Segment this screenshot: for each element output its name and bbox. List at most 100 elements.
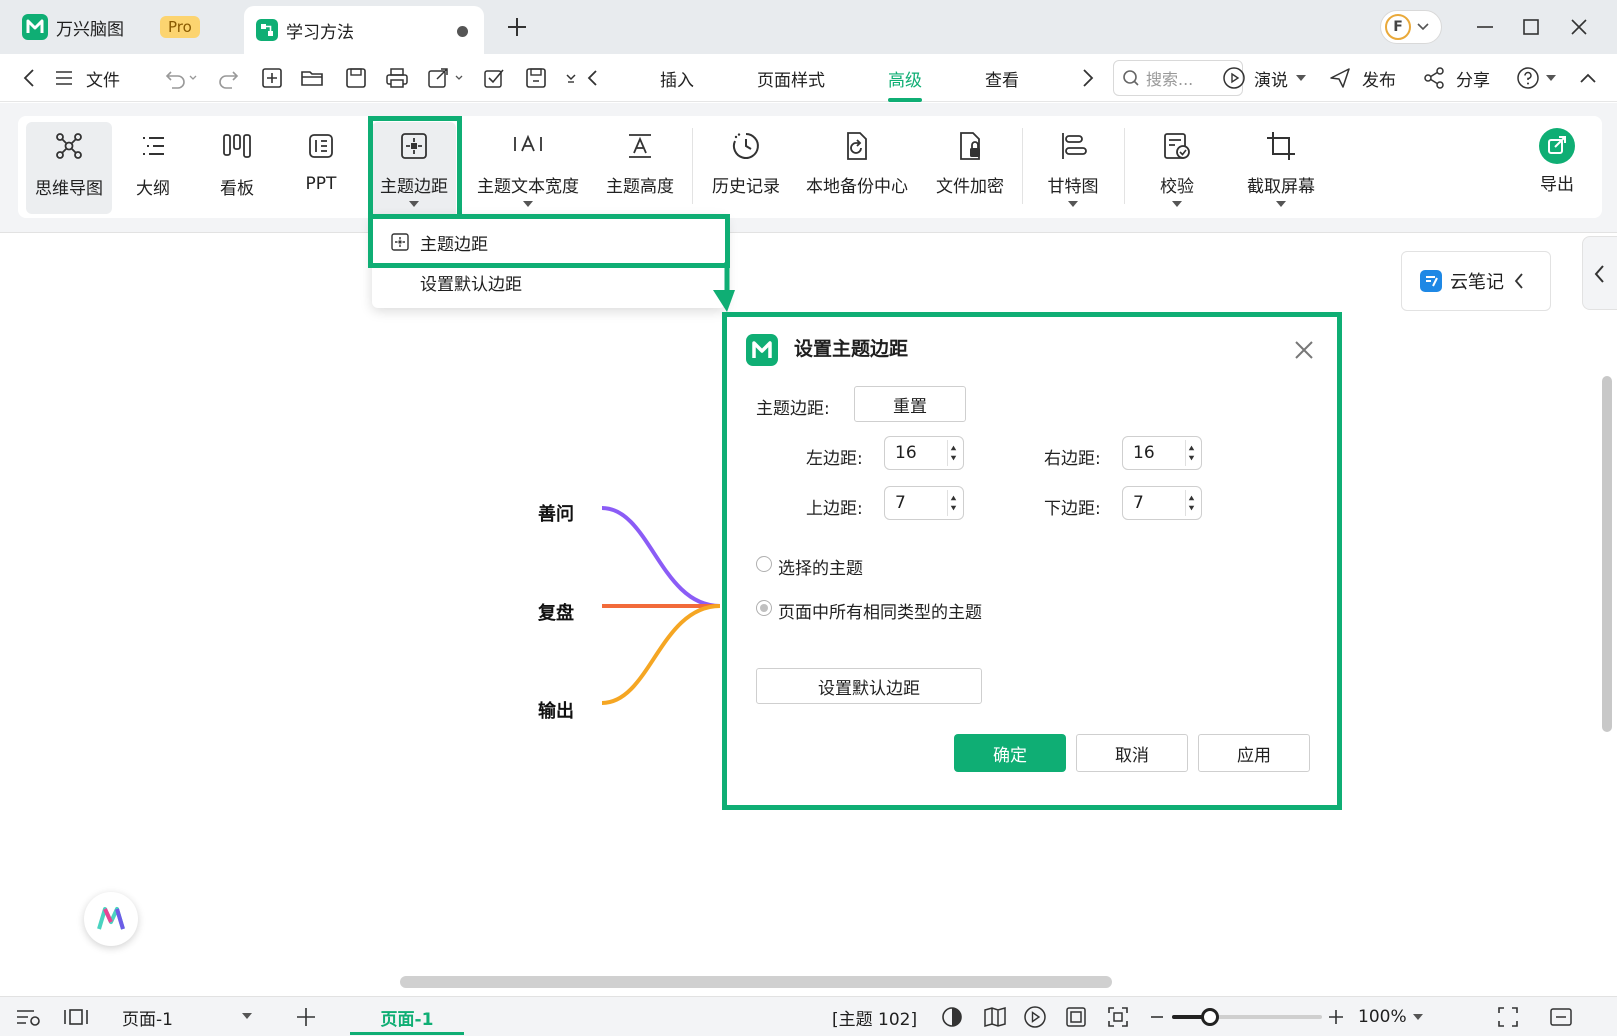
history-button[interactable]: 历史记录 <box>704 122 788 214</box>
panel-toggle-icon[interactable] <box>1548 997 1574 1036</box>
file-encrypt-button[interactable]: 文件加密 <box>926 122 1014 214</box>
export-button[interactable]: 导出 <box>1520 122 1594 214</box>
zoom-level-select[interactable]: 100% <box>1358 997 1423 1036</box>
pro-badge[interactable]: Pro <box>160 16 200 38</box>
cloud-note-label: 云笔记 <box>1450 272 1504 293</box>
caret-down-icon <box>242 1013 252 1019</box>
text-width-icon <box>512 122 544 170</box>
app-tab[interactable]: 万兴脑图 Pro <box>12 8 210 46</box>
open-folder-icon[interactable] <box>300 54 326 102</box>
new-tab-button[interactable] <box>500 12 534 42</box>
collapse-ribbon-icon[interactable] <box>1578 54 1598 102</box>
save-as-icon[interactable] <box>524 54 548 102</box>
check-box-icon[interactable] <box>482 54 506 102</box>
caret-down-icon <box>523 201 533 207</box>
page-select[interactable]: 页面-1 <box>114 997 262 1036</box>
topic-node-0[interactable]: 善问 <box>538 500 574 526</box>
user-avatar[interactable]: F <box>1380 10 1442 44</box>
add-icon[interactable] <box>260 54 284 102</box>
add-page-icon[interactable] <box>294 997 318 1036</box>
view-mindmap-label: 思维导图 <box>35 179 103 199</box>
zoom-in-icon[interactable] <box>1326 997 1346 1036</box>
backup-center-button[interactable]: 本地备份中心 <box>802 122 912 214</box>
theme-icon[interactable] <box>940 997 964 1036</box>
chevron-right-icon[interactable] <box>1080 54 1096 102</box>
kanban-icon <box>221 122 253 170</box>
gantt-button[interactable]: 甘特图 <box>1036 122 1110 214</box>
horizontal-scrollbar[interactable] <box>400 976 1112 988</box>
export-share-icon[interactable] <box>426 54 466 102</box>
topic-node-2[interactable]: 输出 <box>538 697 574 723</box>
encrypt-icon <box>955 122 985 170</box>
share-button[interactable]: 分享 <box>1422 54 1490 102</box>
vertical-scrollbar[interactable] <box>1602 376 1612 732</box>
topic-height-icon <box>625 122 655 170</box>
view-ppt-button[interactable]: PPT <box>284 122 358 214</box>
view-outline-label: 大纲 <box>136 179 170 199</box>
toolbar-separator <box>1022 128 1023 204</box>
topic-text-width-button[interactable]: 主题文本宽度 <box>472 122 584 214</box>
share-icon <box>1424 67 1444 89</box>
tab-insert[interactable]: 插入 <box>660 54 694 102</box>
file-menu[interactable]: 文件 <box>54 54 120 102</box>
present-button[interactable]: 演说 <box>1222 54 1306 102</box>
topic-text-width-label: 主题文本宽度 <box>477 177 579 197</box>
book-view-icon[interactable] <box>982 997 1008 1036</box>
side-panel-toggle[interactable] <box>1582 236 1617 310</box>
print-icon[interactable] <box>384 54 410 102</box>
view-mindmap-button[interactable]: 思维导图 <box>26 122 112 214</box>
document-tab[interactable]: 学习方法 <box>244 6 484 54</box>
dropdown-item-label: 设置默认边距 <box>420 274 522 295</box>
cloud-note-button[interactable]: 云笔记 <box>1401 251 1551 311</box>
app-name: 万兴脑图 <box>56 19 124 40</box>
ai-assistant-button[interactable] <box>84 892 138 946</box>
minimize-icon[interactable] <box>1470 12 1500 42</box>
backup-center-label: 本地备份中心 <box>806 177 908 197</box>
screenshot-button[interactable]: 截取屏幕 <box>1236 122 1326 214</box>
publish-label: 发布 <box>1362 70 1396 91</box>
chevron-down-icon <box>1417 23 1429 31</box>
view-outline-button[interactable]: 大纲 <box>116 122 190 214</box>
fit-page-icon[interactable] <box>1064 997 1088 1036</box>
close-window-icon[interactable] <box>1564 12 1594 42</box>
back-icon[interactable] <box>20 54 40 102</box>
page-list-icon[interactable] <box>62 997 90 1036</box>
caret-down-icon <box>1068 201 1078 207</box>
zoom-level: 100% <box>1358 1007 1407 1027</box>
page-tab-active[interactable]: 页面-1 <box>350 997 464 1036</box>
zoom-slider-knob[interactable] <box>1200 1008 1219 1026</box>
redo-icon[interactable] <box>218 54 242 102</box>
app-logo-icon <box>22 14 48 40</box>
zoom-slider[interactable] <box>1172 1008 1322 1026</box>
view-kanban-button[interactable]: 看板 <box>200 122 274 214</box>
chevron-left-icon <box>1594 265 1604 283</box>
topic-height-button[interactable]: 主题高度 <box>598 122 682 214</box>
tab-page-style[interactable]: 页面样式 <box>757 54 825 102</box>
tab-advanced[interactable]: 高级 <box>888 54 922 102</box>
gantt-icon <box>1057 122 1089 170</box>
outline-icon <box>138 122 168 170</box>
more-tools-icon[interactable] <box>564 54 604 102</box>
zoom-out-icon[interactable] <box>1148 997 1166 1036</box>
page-outline-icon[interactable] <box>14 997 42 1036</box>
tab-view[interactable]: 查看 <box>985 54 1019 102</box>
fit-screen-icon[interactable] <box>1106 997 1130 1036</box>
branch-line-0 <box>601 506 721 608</box>
topic-node-1[interactable]: 复盘 <box>538 599 574 625</box>
play-icon[interactable] <box>1022 997 1048 1036</box>
verify-button[interactable]: 校验 <box>1140 122 1214 214</box>
branch-lines <box>601 506 721 705</box>
help-icon[interactable] <box>1516 54 1556 102</box>
save-icon[interactable] <box>344 54 368 102</box>
fullscreen-icon[interactable] <box>1496 997 1520 1036</box>
verify-label: 校验 <box>1160 177 1194 197</box>
unsaved-dot-icon[interactable] <box>457 26 468 37</box>
maximize-icon[interactable] <box>1516 12 1546 42</box>
highlight-dropdown-item <box>368 214 730 268</box>
publish-button[interactable]: 发布 <box>1328 54 1396 102</box>
branch-line-2 <box>601 604 721 705</box>
undo-icon[interactable] <box>162 54 198 102</box>
title-bar: 万兴脑图 Pro 学习方法 F <box>0 0 1617 54</box>
highlight-dialog <box>722 312 1342 810</box>
dropdown-item-set-default-margin[interactable]: 设置默认边距 <box>372 262 726 302</box>
